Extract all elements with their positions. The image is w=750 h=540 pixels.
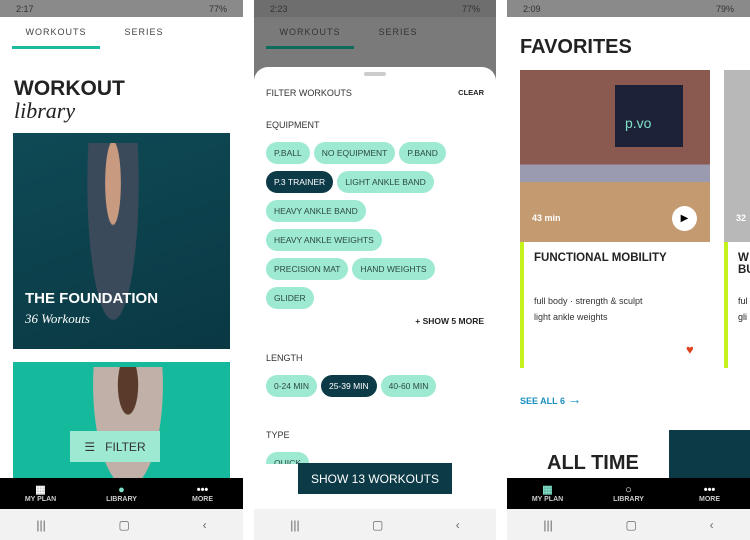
workout-tags: ful <box>738 296 748 306</box>
sliders-icon: ☰ <box>84 439 96 454</box>
workout-title: FUNCTIONAL MOBILITY <box>534 252 667 264</box>
equipment-chips: P.BALL NO EQUIPMENT P.BAND P.3 TRAINER LIGHT… <box>266 142 484 316</box>
filter-sheet: FILTER WORKOUTS CLEAR EQUIPMENT P.BALL NO… <box>254 67 496 509</box>
home-button[interactable]: ▢ <box>626 518 637 532</box>
nav-my-plan[interactable]: ▦ MY PLAN <box>11 484 71 503</box>
favorite-card[interactable]: p.vo 43 min ▶ FUNCTIONAL MOBILITY full b… <box>520 70 710 368</box>
play-button[interactable]: ▶ <box>672 206 697 231</box>
screen-filter: 2:23 77% WORKOUTS SERIES FILTER WORKOUTS C… <box>254 0 496 540</box>
flame-icon: ○ <box>625 484 632 496</box>
status-time: 2:17 <box>16 3 34 14</box>
sheet-title: FILTER WORKOUTS <box>266 88 352 98</box>
len-chip[interactable]: 0-24 MIN <box>266 375 317 397</box>
workout-title: W BU <box>738 252 750 276</box>
calendar-icon: ▦ <box>542 484 553 496</box>
status-time: 2:23 <box>270 3 288 14</box>
logo-banner: p.vo <box>615 85 683 147</box>
card-count: 36 Workouts <box>25 311 90 326</box>
battery: 79% <box>715 3 734 14</box>
equip-chip[interactable]: HAND WEIGHTS <box>352 258 435 280</box>
see-all-link[interactable]: SEE ALL 6 → <box>520 391 582 407</box>
nav-my-plan[interactable]: ▦ MY PLAN <box>518 484 578 503</box>
nav-label: LIBRARY <box>106 496 137 503</box>
nav-label: MORE <box>192 496 213 503</box>
home-button[interactable]: ▢ <box>119 518 130 532</box>
flame-icon: ● <box>118 484 125 496</box>
equip-chip[interactable]: GLIDER <box>266 287 314 309</box>
all-time-panel <box>669 430 750 480</box>
status-bar: 2:17 77% <box>0 0 243 17</box>
tab-series[interactable]: SERIES <box>354 17 442 49</box>
nav-more[interactable]: ••• MORE <box>173 484 233 503</box>
filter-button[interactable]: ☰ FILTER <box>70 431 160 462</box>
recents-button[interactable]: ||| <box>36 518 45 532</box>
equip-chip[interactable]: HEAVY ANKLE WEIGHTS <box>266 229 382 251</box>
tab-workouts[interactable]: WORKOUTS <box>266 17 354 49</box>
back-button[interactable]: ‹ <box>710 518 714 532</box>
nav-more[interactable]: ••• MORE <box>680 484 740 503</box>
person-image <box>83 143 143 343</box>
tab-workouts[interactable]: WORKOUTS <box>12 17 100 49</box>
card-title: THE FOUNDATION <box>25 290 159 307</box>
nav-library[interactable]: ○ LIBRARY <box>599 484 659 503</box>
back-button[interactable]: ‹ <box>456 518 460 532</box>
recents-button[interactable]: ||| <box>543 518 552 532</box>
workout-equipment: gli <box>738 312 748 322</box>
equip-chip[interactable]: HEAVY ANKLE BAND <box>266 200 366 222</box>
status-time: 2:09 <box>523 3 541 14</box>
more-icon: ••• <box>703 484 716 496</box>
equip-chip[interactable]: LIGHT ANKLE BAND <box>337 171 434 193</box>
nav-label: MY PLAN <box>531 496 564 503</box>
equip-chip[interactable]: NO EQUIPMENT <box>313 142 396 164</box>
duration: 43 min <box>532 213 561 223</box>
screen-favorites: 2:09 79% FAVORITES p.vo 43 min ▶ FUNCTION… <box>507 0 750 540</box>
nav-label: MY PLAN <box>24 496 57 503</box>
nav-label: LIBRARY <box>613 496 644 503</box>
status-bar: 2:23 77% <box>254 0 496 17</box>
status-bar: 2:09 79% <box>507 0 750 17</box>
equip-chip[interactable]: PRECISION MAT <box>266 258 349 280</box>
home-button[interactable]: ▢ <box>372 518 383 532</box>
more-icon: ••• <box>196 484 209 496</box>
back-button[interactable]: ‹ <box>203 518 207 532</box>
nav-label: MORE <box>699 496 720 503</box>
heart-icon[interactable]: ♥ <box>686 342 694 357</box>
workout-equipment: light ankle weights <box>534 312 608 322</box>
see-all-label: SEE ALL 6 <box>520 396 566 406</box>
workout-thumbnail: p.vo 43 min ▶ <box>520 70 710 242</box>
series-card-2[interactable] <box>13 362 230 482</box>
recents-button[interactable]: ||| <box>290 518 299 532</box>
workout-tags: full body · strength & sculpt <box>534 296 643 306</box>
tab-series[interactable]: SERIES <box>100 17 188 49</box>
series-card-foundation[interactable]: THE FOUNDATION 36 Workouts <box>13 133 230 349</box>
len-chip[interactable]: 40-60 MIN <box>380 375 437 397</box>
arrow-right-icon: → <box>567 391 582 407</box>
battery: 77% <box>208 3 227 14</box>
favorite-card-2[interactable]: 32 W BU ful gli <box>724 70 750 368</box>
screen-library: 2:17 77% WORKOUTS SERIES WORKOUT library T… <box>0 0 243 540</box>
clear-button[interactable]: CLEAR <box>458 88 484 98</box>
section-title-all-time: ALL TIME <box>547 452 639 474</box>
battery: 77% <box>461 3 480 14</box>
len-chip[interactable]: 25-39 MIN <box>320 375 377 397</box>
drag-handle[interactable] <box>364 72 386 76</box>
show-more-button[interactable]: + SHOW 5 MORE <box>266 316 484 326</box>
equipment-label: EQUIPMENT <box>266 120 320 130</box>
show-workouts-button[interactable]: SHOW 13 WORKOUTS <box>298 463 452 494</box>
page-subtitle: library <box>14 98 76 123</box>
type-label: TYPE <box>266 430 290 440</box>
length-label: LENGTH <box>266 353 303 363</box>
duration: 32 <box>736 213 747 223</box>
equip-chip[interactable]: P.3 TRAINER <box>266 171 334 193</box>
filter-label: FILTER <box>105 439 146 454</box>
equip-chip[interactable]: P.BALL <box>266 142 310 164</box>
nav-library[interactable]: ● LIBRARY <box>92 484 152 503</box>
person-image <box>93 367 163 482</box>
equip-chip[interactable]: P.BAND <box>399 142 446 164</box>
length-chips: 0-24 MIN 25-39 MIN 40-60 MIN <box>266 375 484 404</box>
calendar-icon: ▦ <box>35 484 46 496</box>
section-title: FAVORITES <box>520 36 632 58</box>
